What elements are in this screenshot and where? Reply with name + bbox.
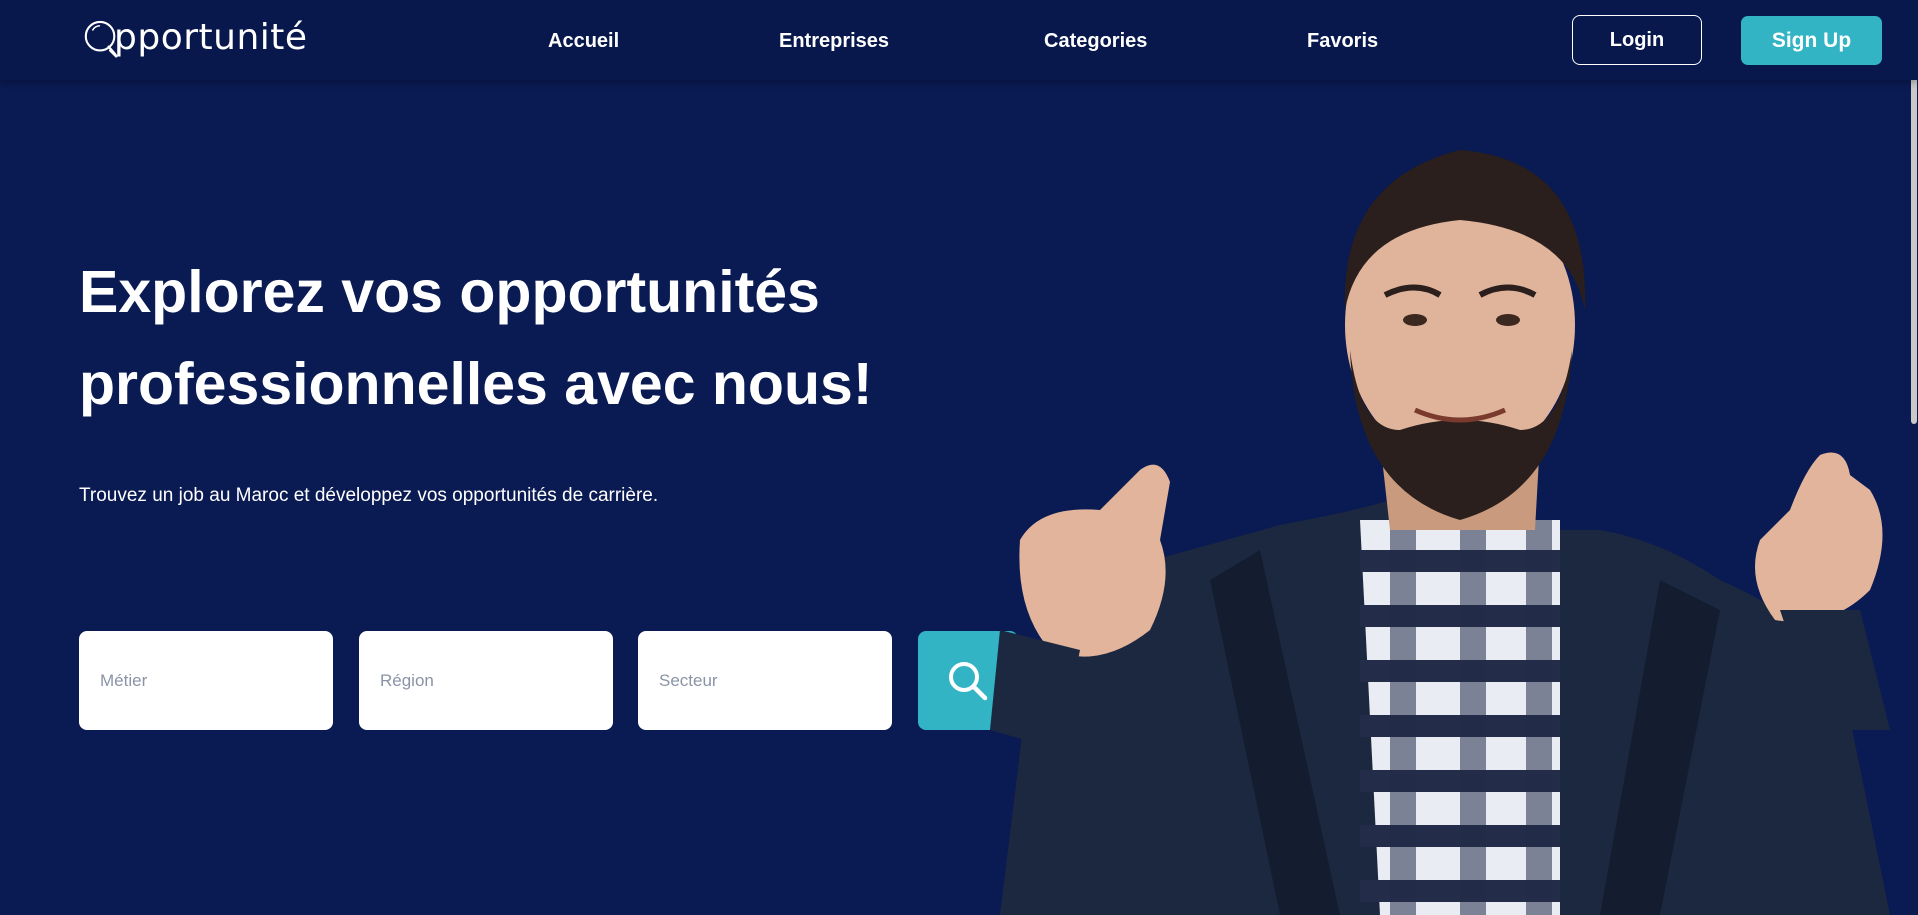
hero-title-line-2: professionnelles avec nous! [79, 351, 873, 417]
login-button[interactable]: Login [1572, 15, 1702, 65]
nav-item-accueil[interactable]: Accueil [548, 30, 619, 53]
secteur-input[interactable] [638, 631, 892, 730]
hero-person-image [990, 150, 1890, 915]
hero-title: Explorez vos opportunités professionnell… [79, 246, 979, 430]
site-header: pportunité Accueil Entreprises Categorie… [0, 0, 1918, 80]
nav-item-favoris[interactable]: Favoris [1307, 30, 1378, 53]
hero-title-line-1: Explorez vos opportunités [79, 259, 820, 325]
logo-text: pportunité [114, 16, 308, 58]
nav-item-entreprises[interactable]: Entreprises [779, 30, 889, 53]
logo[interactable]: pportunité [82, 14, 308, 66]
nav-item-categories[interactable]: Categories [1044, 30, 1147, 53]
signup-button[interactable]: Sign Up [1741, 16, 1882, 65]
region-input[interactable] [359, 631, 613, 730]
hero-subtitle: Trouvez un job au Maroc et développez vo… [79, 485, 659, 506]
metier-input[interactable] [79, 631, 333, 730]
scrollbar[interactable] [1910, 0, 1918, 915]
